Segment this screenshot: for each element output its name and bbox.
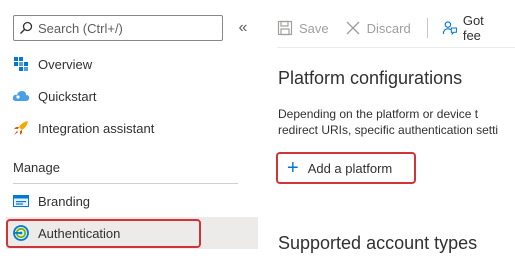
search-icon (20, 21, 33, 34)
collapse-sidebar-button[interactable]: « (235, 16, 251, 40)
sidebar-item-label: Overview (38, 56, 93, 72)
sidebar-item-label: Quickstart (38, 88, 97, 104)
supported-account-types-heading: Supported account types (278, 233, 478, 253)
search-placeholder: Search (Ctrl+/) (38, 20, 123, 36)
save-button[interactable]: Save (277, 20, 329, 36)
feedback-icon (442, 21, 457, 36)
search-input[interactable]: Search (Ctrl+/) (13, 15, 223, 41)
sidebar-item-label: Branding (38, 193, 91, 209)
platform-description-line: Depending on the platform or device t (278, 107, 479, 121)
feedback-label: Got fee (462, 13, 484, 43)
feedback-button[interactable]: Got fee (442, 13, 499, 43)
toolbar-divider (277, 47, 515, 48)
command-bar: Save Discard Got fee (277, 12, 515, 44)
platform-description-line: redirect URIs, specific authentication s… (278, 123, 499, 137)
sidebar-item-integration-assistant[interactable]: Integration assistant (6, 112, 258, 144)
section-header-manage: Manage (13, 160, 60, 175)
grid-icon (12, 55, 30, 73)
sidebar-item-quickstart[interactable]: Quickstart (6, 80, 258, 112)
sidebar-item-label: Integration assistant (38, 120, 155, 136)
double-chevron-left-icon: « (238, 19, 248, 36)
sidebar: Search (Ctrl+/) « Overview Quickstart In… (0, 0, 258, 256)
platform-description: Depending on the platform or device t re… (278, 106, 515, 138)
branding-icon (12, 192, 30, 210)
save-icon (277, 20, 293, 36)
toolbar-separator (426, 18, 428, 38)
add-platform-highlight (276, 152, 416, 184)
authentication-highlight (6, 219, 201, 248)
rocket-icon (12, 119, 30, 137)
section-divider (13, 183, 238, 184)
platform-configurations-heading: Platform configurations (278, 68, 463, 88)
sidebar-item-overview[interactable]: Overview (6, 48, 258, 80)
discard-button[interactable]: Discard (345, 20, 411, 36)
save-label: Save (299, 20, 329, 36)
discard-label: Discard (366, 20, 411, 36)
cloud-icon (12, 87, 30, 105)
sidebar-item-branding[interactable]: Branding (6, 185, 258, 217)
discard-icon (346, 21, 360, 35)
